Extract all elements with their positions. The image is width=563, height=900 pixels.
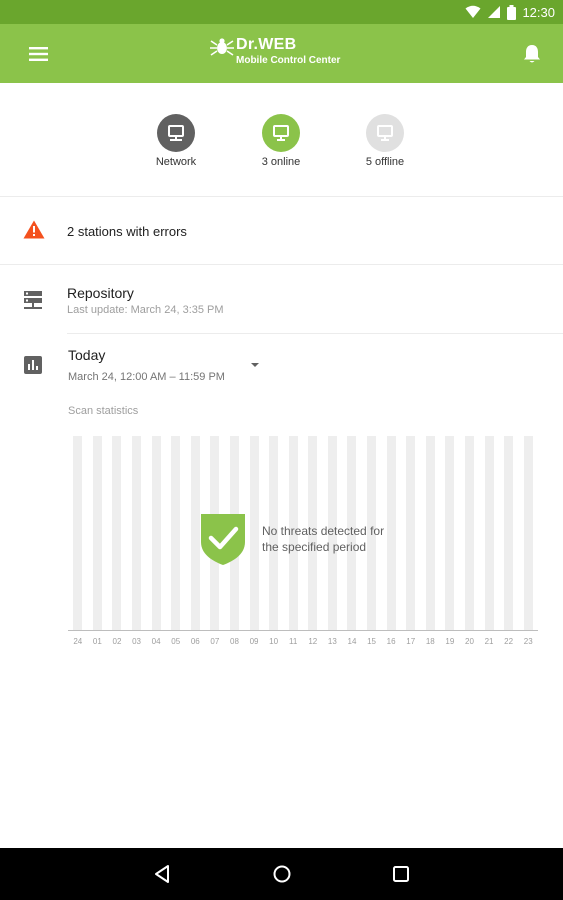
chart-tick-label: 01: [92, 637, 102, 646]
chart-bar-05: [171, 436, 181, 630]
online-monitor-icon: [262, 114, 300, 152]
chart-tick-label: 20: [465, 637, 474, 646]
scan-statistics-label: Scan statistics: [68, 405, 139, 417]
chart-tick-label: 13: [327, 637, 337, 646]
chart-bar-22: [504, 436, 514, 630]
app-bar: Dr.WEB Mobile Control Center: [0, 24, 563, 83]
period-dropdown[interactable]: [246, 358, 264, 372]
network-status[interactable]: Network: [131, 114, 221, 168]
chart-tick-label: 24: [73, 637, 83, 646]
errors-text: 2 stations with errors: [67, 224, 187, 239]
chart-tick-label: 22: [504, 637, 514, 646]
status-bar: 12:30: [0, 0, 563, 24]
chart-tick-label: 02: [112, 637, 122, 646]
chart-tick-label: 06: [190, 637, 200, 646]
repository-last-update: Last update: March 24, 3:35 PM: [67, 304, 224, 316]
online-label: 3 online: [261, 156, 301, 168]
server-icon: [24, 291, 42, 316]
period-selector-row: Today March 24, 12:00 AM – 11:59 PM: [0, 334, 563, 404]
chart-tick-label: 16: [386, 637, 396, 646]
menu-button[interactable]: [22, 41, 54, 67]
no-threats-text: No threats detected for the specified pe…: [262, 523, 442, 555]
chart-tick-label: 07: [210, 637, 220, 646]
status-time: 12:30: [522, 4, 555, 20]
repository-row[interactable]: Repository Last update: March 24, 3:35 P…: [0, 266, 563, 334]
chart-bar-21: [484, 436, 494, 630]
chart-tick-label: 15: [367, 637, 376, 646]
chart-tick-label: 11: [289, 637, 298, 646]
chart-tick-label: 04: [151, 637, 161, 646]
menu-icon: [22, 47, 54, 71]
offline-status[interactable]: 5 offline: [340, 114, 430, 168]
spider-logo-icon: [210, 37, 234, 62]
chart-tick-label: 09: [249, 637, 259, 646]
notifications-button[interactable]: [517, 40, 547, 68]
brand-logo: Dr.WEB Mobile Control Center: [208, 33, 368, 75]
no-threats-line-1: No threats detected for: [262, 524, 385, 538]
chart-bar-24: [73, 436, 83, 630]
no-threats-line-2: the specified period: [262, 540, 367, 554]
back-button[interactable]: [151, 862, 175, 886]
chart-tick-label: 21: [484, 637, 494, 646]
chart-bar-04: [151, 436, 161, 630]
period-range: March 24, 12:00 AM – 11:59 PM: [68, 371, 225, 383]
battery-icon: [507, 4, 517, 20]
cell-signal-icon: [487, 5, 501, 19]
station-status-summary: Network 3 online 5 offline: [0, 83, 563, 197]
chart-tick-label: 18: [425, 637, 435, 646]
system-navigation-bar: [0, 848, 563, 900]
chart-x-axis: [68, 630, 538, 631]
recents-button[interactable]: [389, 862, 413, 886]
chart-bar-06: [190, 436, 200, 630]
chart-tick-label: 17: [406, 637, 416, 646]
chart-tick-label: 05: [171, 637, 181, 646]
chart-bar-03: [132, 436, 142, 630]
brand-subtitle: Mobile Control Center: [236, 55, 341, 66]
dropdown-arrow-icon: [246, 359, 264, 376]
offline-label: 5 offline: [365, 156, 405, 168]
chart-bar-23: [523, 436, 533, 630]
brand-title: Dr.WEB: [236, 36, 297, 53]
chart-tick-label: 03: [132, 637, 141, 646]
back-triangle-icon: [151, 865, 175, 890]
chart-tick-label: 10: [269, 637, 279, 646]
chart-tick-label: 14: [347, 637, 357, 646]
repository-title: Repository: [67, 285, 134, 301]
chart-tick-label: 08: [230, 637, 239, 646]
bell-icon: [517, 45, 547, 72]
wifi-icon: [465, 5, 481, 19]
chart-bar-20: [464, 436, 474, 630]
bar-chart-icon: [24, 356, 42, 379]
home-circle-icon: [270, 865, 294, 890]
online-status[interactable]: 3 online: [236, 114, 326, 168]
offline-monitor-icon: [366, 114, 404, 152]
chart-bar-02: [112, 436, 122, 630]
network-label: Network: [155, 156, 197, 168]
recents-square-icon: [389, 866, 413, 890]
chart-tick-label: 23: [523, 637, 533, 646]
network-monitor-icon: [157, 114, 195, 152]
period-title: Today: [68, 347, 106, 363]
no-threats-message: No threats detected for the specified pe…: [200, 512, 450, 568]
chart-tick-label: 19: [445, 637, 455, 646]
stations-with-errors-row[interactable]: 2 stations with errors: [0, 198, 563, 265]
warning-icon: [23, 220, 45, 244]
chart-tick-label: 12: [308, 637, 318, 646]
shield-check-icon: [200, 512, 246, 571]
chart-bar-01: [92, 436, 102, 630]
home-button[interactable]: [270, 862, 294, 886]
